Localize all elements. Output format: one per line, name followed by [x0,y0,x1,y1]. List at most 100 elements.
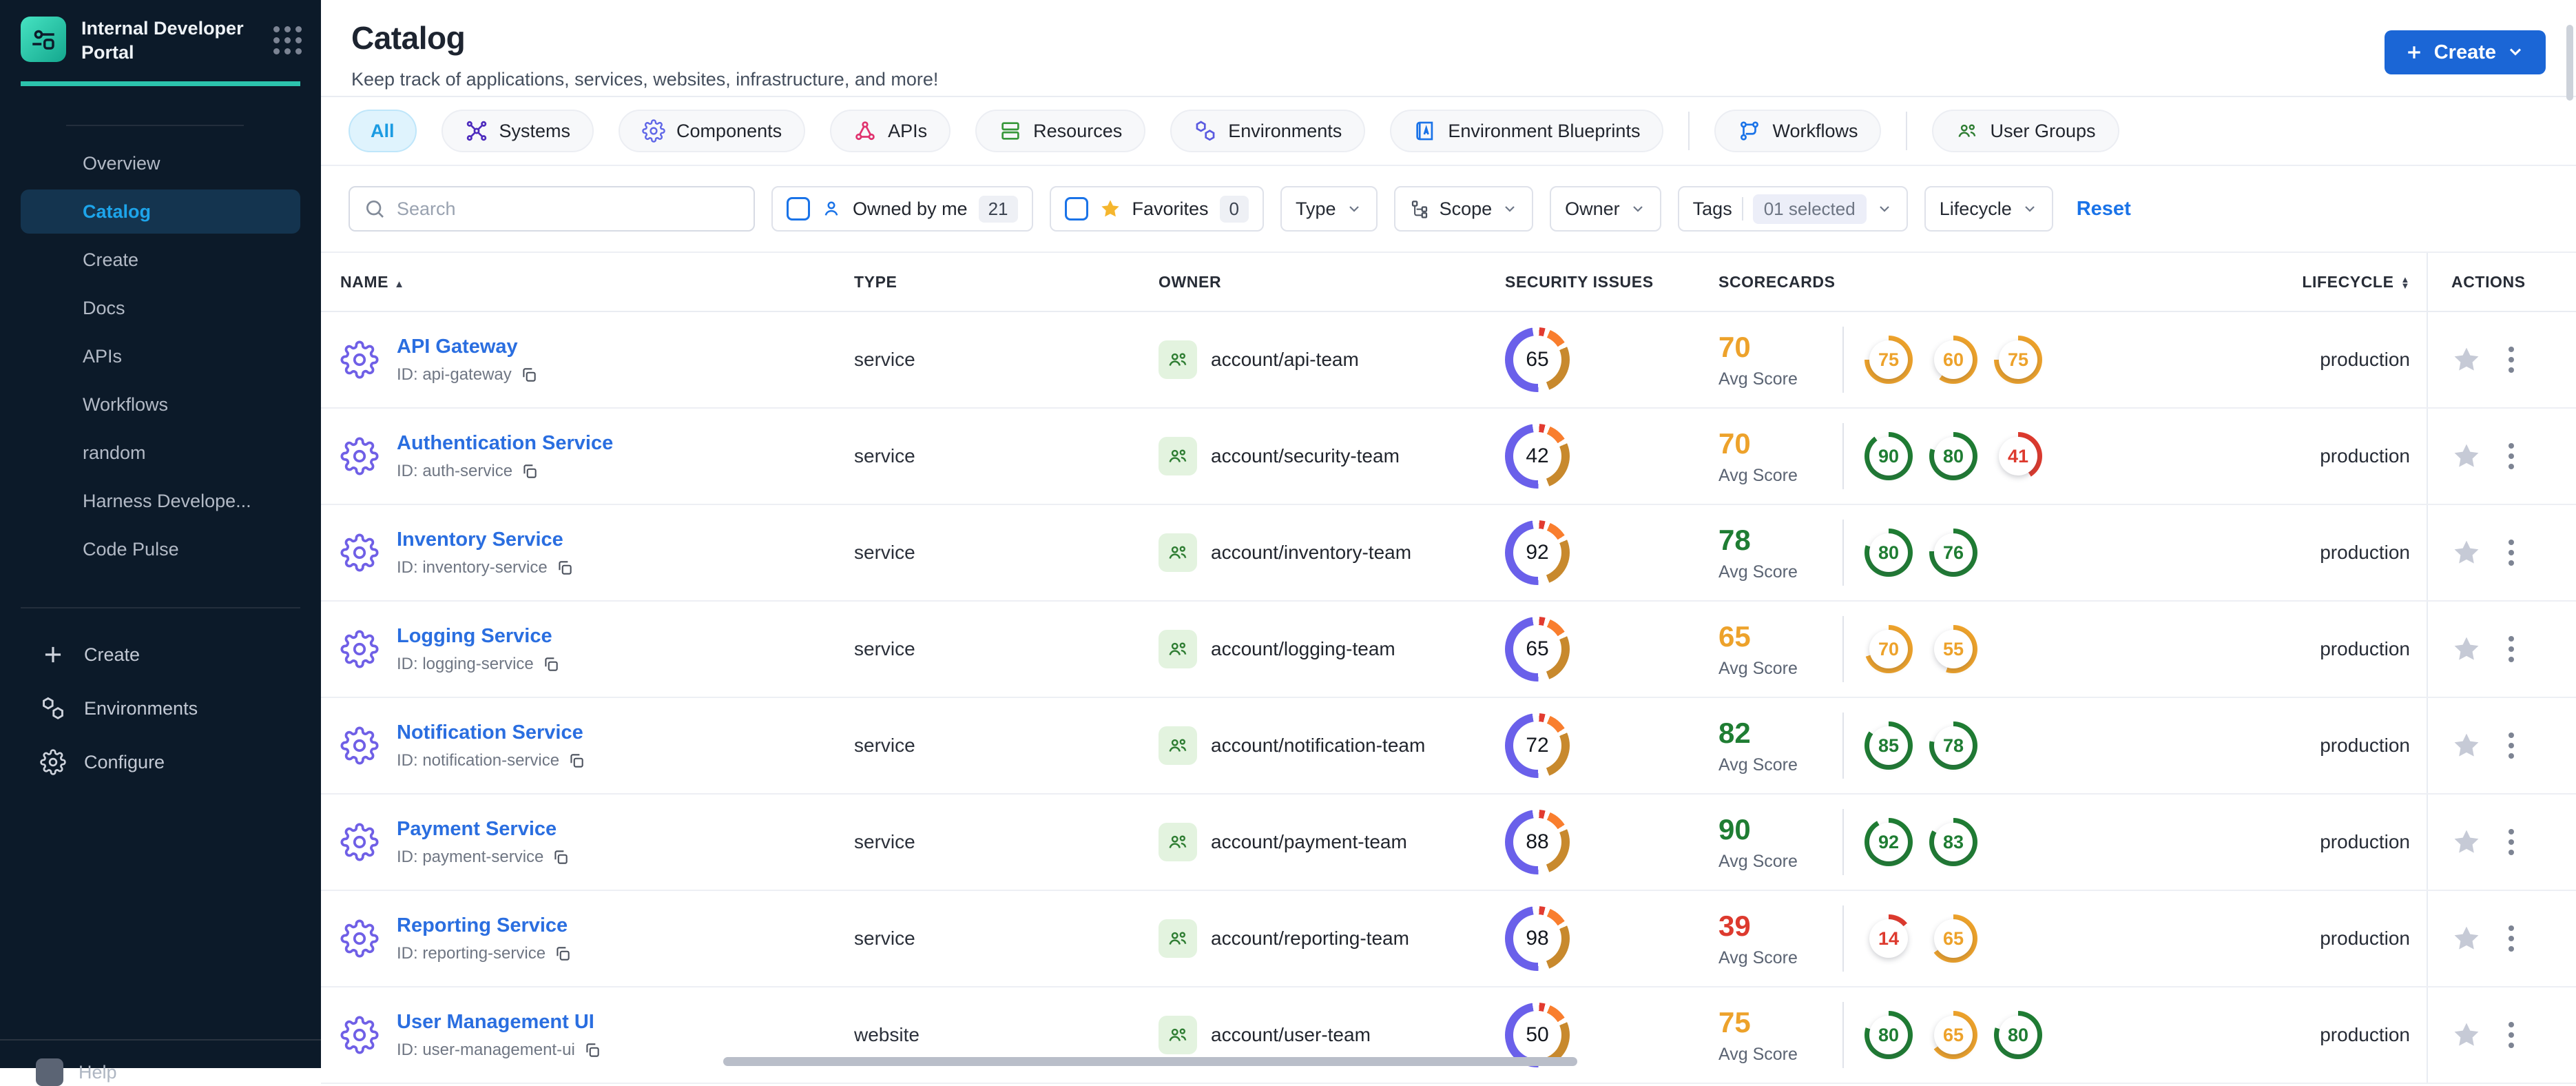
type-filter-dropdown[interactable]: Type [1280,186,1378,232]
scorecard-ring: 75 [1865,336,1913,384]
tab-resources[interactable]: Resources [975,110,1146,152]
sidebar-nav-item[interactable]: APIs [21,334,300,378]
lifecycle-filter-dropdown[interactable]: Lifecycle [1924,186,2053,232]
avg-score-value: 90 [1718,812,1751,846]
entity-name-link[interactable]: Authentication Service [397,432,613,454]
owner-name[interactable]: account/user-team [1211,1024,1371,1046]
security-issues-donut: 98 [1505,906,1570,971]
sidebar-accent-divider [21,81,300,87]
owned-by-me-checkbox[interactable] [787,197,810,221]
search-input[interactable] [397,198,740,220]
favorites-filter[interactable]: Favorites 0 [1049,186,1265,232]
owner-name[interactable]: account/payment-team [1211,831,1407,853]
sidebar-nav-item[interactable]: Catalog [21,189,300,234]
security-issues-donut: 65 [1505,327,1570,392]
entity-name-link[interactable]: Payment Service [397,818,557,840]
kebab-menu-icon[interactable] [2508,634,2515,664]
kebab-menu-icon[interactable] [2508,441,2515,471]
sidebar-nav-item[interactable]: Overview [21,141,300,185]
reset-filters-link[interactable]: Reset [2077,198,2131,221]
owner-name[interactable]: account/api-team [1211,349,1359,371]
sidebar-nav-item[interactable]: Docs [21,286,300,330]
scope-hierarchy-icon [1409,198,1430,219]
sidebar-item-create[interactable]: Create [21,628,300,682]
copy-icon[interactable] [520,366,538,384]
sidebar-item-configure[interactable]: Configure [21,735,300,789]
copy-icon[interactable] [542,655,560,673]
kebab-menu-icon[interactable] [2508,730,2515,761]
create-button[interactable]: Create [2384,30,2546,74]
kebab-menu-icon[interactable] [2508,827,2515,857]
avg-score-label: Avg Score [1718,562,1798,582]
column-header-name[interactable]: NAME ▲ [321,273,854,291]
copy-icon[interactable] [552,848,570,866]
copy-icon[interactable] [554,945,572,963]
owner-name[interactable]: account/logging-team [1211,638,1395,660]
row-actions [2427,505,2576,600]
tags-filter-dropdown[interactable]: Tags 01 selected [1677,186,1908,232]
copy-icon[interactable] [521,462,539,480]
vertical-scrollbar-thumb[interactable] [2566,25,2573,101]
owned-by-me-filter[interactable]: Owned by me 21 [771,186,1033,232]
tags-selected-chip: 01 selected [1752,194,1867,224]
owner-name[interactable]: account/security-team [1211,445,1400,467]
sidebar-nav-item[interactable]: Harness Develope... [21,479,300,523]
favorite-star-icon[interactable] [2451,827,2482,857]
entity-name-link[interactable]: Inventory Service [397,529,563,551]
sidebar-nav-item[interactable]: Workflows [21,382,300,427]
tab-systems[interactable]: Systems [441,110,594,152]
tab-environment-blueprints[interactable]: Environment Blueprints [1390,110,1664,152]
entity-name-link[interactable]: Notification Service [397,721,583,744]
scorecard-ring: 75 [1994,336,2042,384]
kebab-menu-icon[interactable] [2508,1020,2515,1050]
entity-owner: account/payment-team [1159,823,1505,861]
copy-icon[interactable] [568,752,585,770]
avg-score-value: 82 [1718,716,1751,749]
entity-name-link[interactable]: Logging Service [397,625,552,647]
favorites-checkbox[interactable] [1064,197,1088,221]
scorecards-cell: 70 Avg Score 90 80 41 [1718,423,2179,489]
favorite-star-icon[interactable] [2451,441,2482,471]
favorite-star-icon[interactable] [2451,345,2482,375]
tab-workflows[interactable]: Workflows [1714,110,1882,152]
row-actions [2427,795,2576,890]
copy-icon[interactable] [583,1041,601,1059]
server-stack-icon [999,119,1022,143]
owner-name[interactable]: account/inventory-team [1211,542,1411,564]
scorecard-score: 80 [1999,1016,2037,1054]
sidebar-nav-item[interactable]: Code Pulse [21,527,300,571]
entity-id: ID: reporting-service [397,944,572,963]
favorite-star-icon[interactable] [2451,634,2482,664]
kebab-menu-icon[interactable] [2508,923,2515,954]
entity-name-link[interactable]: User Management UI [397,1011,594,1033]
favorite-star-icon[interactable] [2451,1020,2482,1050]
favorite-star-icon[interactable] [2451,537,2482,568]
copy-icon[interactable] [556,559,574,577]
horizontal-scrollbar-thumb[interactable] [723,1057,1577,1066]
owner-name[interactable]: account/notification-team [1211,735,1425,757]
tab-environments[interactable]: Environments [1170,110,1366,152]
column-header-lifecycle[interactable]: LIFECYCLE ▲ ▼ [2179,273,2427,291]
favorite-star-icon[interactable] [2451,923,2482,954]
security-issues-cell: 92 [1505,520,1718,585]
kebab-menu-icon[interactable] [2508,345,2515,375]
avg-score-block: 65 Avg Score [1718,620,1842,679]
tab-user-groups[interactable]: User Groups [1932,110,2119,152]
sidebar-item-environments[interactable]: Environments [21,682,300,735]
owner-filter-dropdown[interactable]: Owner [1550,186,1661,232]
sidebar-nav-item[interactable]: random [21,431,300,475]
scope-filter-dropdown[interactable]: Scope [1393,186,1534,232]
sidebar-help[interactable]: Help [0,1039,321,1086]
tab-components[interactable]: Components [619,110,806,152]
tab-all[interactable]: All [349,110,417,152]
kebab-menu-icon[interactable] [2508,537,2515,568]
sidebar-nav-item[interactable]: Create [21,238,300,282]
app-switcher-grid-icon[interactable] [273,26,302,54]
entity-name-link[interactable]: API Gateway [397,336,518,358]
tab-apis[interactable]: APIs [830,110,951,152]
entity-name-link[interactable]: Reporting Service [397,914,568,936]
favorite-star-icon[interactable] [2451,730,2482,761]
owner-name[interactable]: account/reporting-team [1211,928,1409,950]
owned-by-me-count: 21 [978,195,1018,223]
sidebar-nav-divider [66,125,244,127]
